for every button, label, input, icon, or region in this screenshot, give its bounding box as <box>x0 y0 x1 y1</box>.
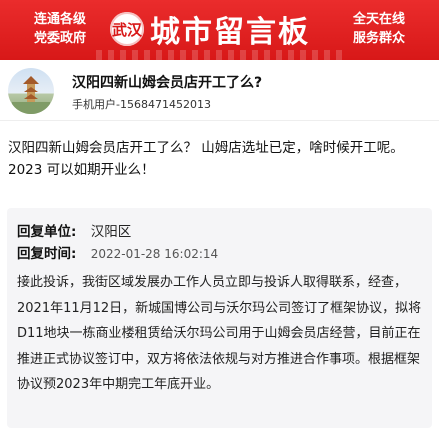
reply-time-row: 回复时间: 2022-01-28 16:02:14 <box>17 242 218 262</box>
banner-left-slogan: 连通各级 党委政府 <box>34 10 86 48</box>
wuhan-seal-logo: 武汉 <box>110 12 144 46</box>
post-title: 汉阳四新山姆会员店开工了么? <box>72 75 263 91</box>
reply-time-label: 回复时间: <box>17 246 77 262</box>
post-header: 汉阳四新山姆会员店开工了么? 手机用户-1568471452013 <box>0 60 439 121</box>
reply-body: 接此投诉，我街区域发展办工作人员立即与投诉人取得联系，经查，2021年11月12… <box>17 275 422 392</box>
banner-decoration <box>96 50 343 60</box>
site-banner: 连通各级 党委政府 武汉 城市留言板 全天在线 服务群众 <box>0 0 439 60</box>
banner-right-line2: 服务群众 <box>352 31 405 46</box>
post-author: 手机用户-1568471452013 <box>72 98 211 111</box>
reply-unit-label: 回复单位: <box>17 224 77 240</box>
reply-card: 回复单位: 汉阳区 回复时间: 2022-01-28 16:02:14 接此投诉… <box>7 208 432 428</box>
reply-unit-row: 回复单位: 汉阳区 <box>17 220 131 240</box>
banner-right-line1: 全天在线 <box>352 12 405 27</box>
banner-right-slogan: 全天在线 服务群众 <box>353 10 405 48</box>
reply-time-value: 2022-01-28 16:02:14 <box>90 247 219 261</box>
tower-avatar-icon <box>12 76 50 114</box>
reply-unit-value: 汉阳区 <box>90 224 132 240</box>
banner-left-line2: 党委政府 <box>34 31 87 46</box>
banner-title: 武汉 城市留言板 <box>110 7 310 51</box>
question-text: 汉阳四新山姆会员店开工了么？ 山姆店选址已定，啥时候开工呢。 2023 可以如期… <box>8 140 404 178</box>
banner-left-line1: 连通各级 <box>34 12 87 27</box>
avatar[interactable] <box>8 68 54 114</box>
banner-title-text: 城市留言板 <box>150 15 310 50</box>
